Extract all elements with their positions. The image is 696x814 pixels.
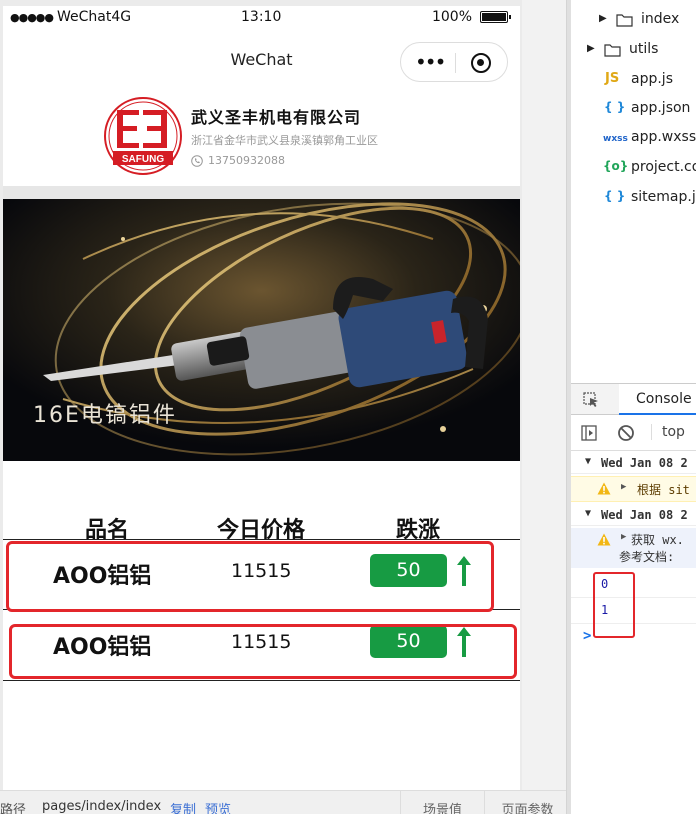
expand-triangle-icon: ▶ [621,482,627,492]
company-address: 浙江省金华市武义县泉溪镇郭角工业区 [191,134,378,147]
table-divider [3,539,520,540]
ide-panel: ▶ index ▶ utils JS app.js { } app.json w… [571,0,696,814]
banner-caption: 16E电镐铝件 [33,403,177,428]
tree-label: project.co [631,159,696,175]
status-bar: ●●●●● WeChat4G 13:10 100% [3,6,520,30]
simulator-panel: ●●●●● WeChat4G 13:10 100% WeChat ••• SAF… [0,0,522,790]
log-group-header[interactable]: ▼ Wed Jan 08 2 [571,504,696,526]
carrier-label: WeChat4G [57,9,132,25]
tree-label: app.json [631,100,691,116]
tree-item-app-js[interactable]: JS app.js [571,68,696,96]
company-name: 武义圣丰机电有限公司 [191,108,362,127]
company-phone: 13750932088 [208,154,285,167]
highlight-box-row-2 [9,624,517,679]
warning-doc-link: 参考文档: [619,550,675,564]
log-group-header[interactable]: ▼ Wed Jan 08 2 [571,452,696,474]
chevron-right-icon: ▶ [599,13,607,24]
expand-triangle-icon: ▼ [585,508,592,519]
clear-console-icon[interactable] [617,424,635,442]
tree-item-project-config[interactable]: {o} project.co [571,156,696,184]
copy-path-link[interactable]: 复制 [170,799,196,814]
tree-item-sitemap[interactable]: { } sitemap.js [571,186,696,214]
tree-label: app.js [631,71,673,87]
tab-console[interactable]: Console [619,384,696,415]
phone-icon [191,154,203,167]
inspect-element-icon[interactable] [583,392,599,408]
log-timestamp: Wed Jan 08 2 [601,508,688,522]
tree-label: app.wxss [631,129,696,145]
console-toolbar: top [571,415,696,451]
path-value: pages/index/index [42,799,162,814]
nav-bar: WeChat ••• [3,30,520,90]
tree-item-index[interactable]: ▶ index [571,8,696,36]
json-file-icon: { } [604,100,626,114]
status-time: 13:10 [241,9,282,25]
json-file-icon: { } [604,189,626,203]
capsule-divider [455,53,456,73]
config-file-icon: {o} [603,159,629,173]
company-phone-row[interactable]: 13750932088 [191,154,285,167]
tree-item-app-json[interactable]: { } app.json [571,97,696,125]
warning-icon [597,533,611,546]
chevron-right-icon: ▶ [587,43,595,54]
highlight-box-console [593,572,635,638]
tree-label: utils [629,41,659,57]
warning-message[interactable]: ▶ 根据 sit [571,476,696,502]
expand-triangle-icon: ▼ [585,456,592,467]
tree-label: sitemap.js [631,189,696,205]
tree-label: index [641,11,680,27]
section-divider [3,186,520,199]
folder-icon [616,14,633,27]
log-timestamp: Wed Jan 08 2 [601,456,688,470]
company-logo: SAFUNG [104,97,182,175]
folder-icon [604,44,621,57]
page-params-button[interactable]: 页面参数 [484,791,570,814]
tree-item-utils[interactable]: ▶ utils [571,38,696,66]
close-miniprogram-icon[interactable] [471,53,491,73]
highlight-box-row-1 [6,541,494,612]
warning-text: 根据 sit [637,483,690,497]
page-path-bar: 路径 pages/index/index 复制 预览 场景值 页面参数 [0,790,570,814]
warning-message[interactable]: ▶ 获取 wx. 参考文档: [571,528,696,568]
expand-triangle-icon: ▶ [621,532,627,542]
company-header: SAFUNG 武义圣丰机电有限公司 浙江省金华市武义县泉溪镇郭角工业区 1375… [3,90,520,186]
preview-link[interactable]: 预览 [205,799,231,814]
warning-text: 获取 wx. [631,533,684,547]
capsule-menu: ••• [400,42,508,82]
context-selector[interactable]: top [651,424,685,440]
scene-value-button[interactable]: 场景值 [400,791,484,814]
signal-icon: ●●●●● [10,10,54,24]
path-label: 路径 [0,803,27,814]
tree-item-app-wxss[interactable]: wxss app.wxss [571,126,696,154]
sidebar-toggle-icon[interactable] [581,425,597,441]
js-file-icon: JS [605,71,620,86]
product-banner[interactable]: 16E电镐铝件 [3,199,520,461]
battery-percent: 100% [431,9,472,25]
battery-icon [480,11,511,23]
table-divider [3,680,520,681]
prompt-chevron-icon: > [583,628,592,644]
svg-text:SAFUNG: SAFUNG [122,154,164,165]
warning-icon [597,482,611,495]
more-icon[interactable]: ••• [415,52,446,72]
phone-screen: ●●●●● WeChat4G 13:10 100% WeChat ••• SAF… [3,6,520,790]
wxss-file-icon: wxss [603,134,628,144]
devtools-tabbar: Console [571,383,696,415]
price-table-header: 品名 今日价格 跌涨 [3,512,520,543]
